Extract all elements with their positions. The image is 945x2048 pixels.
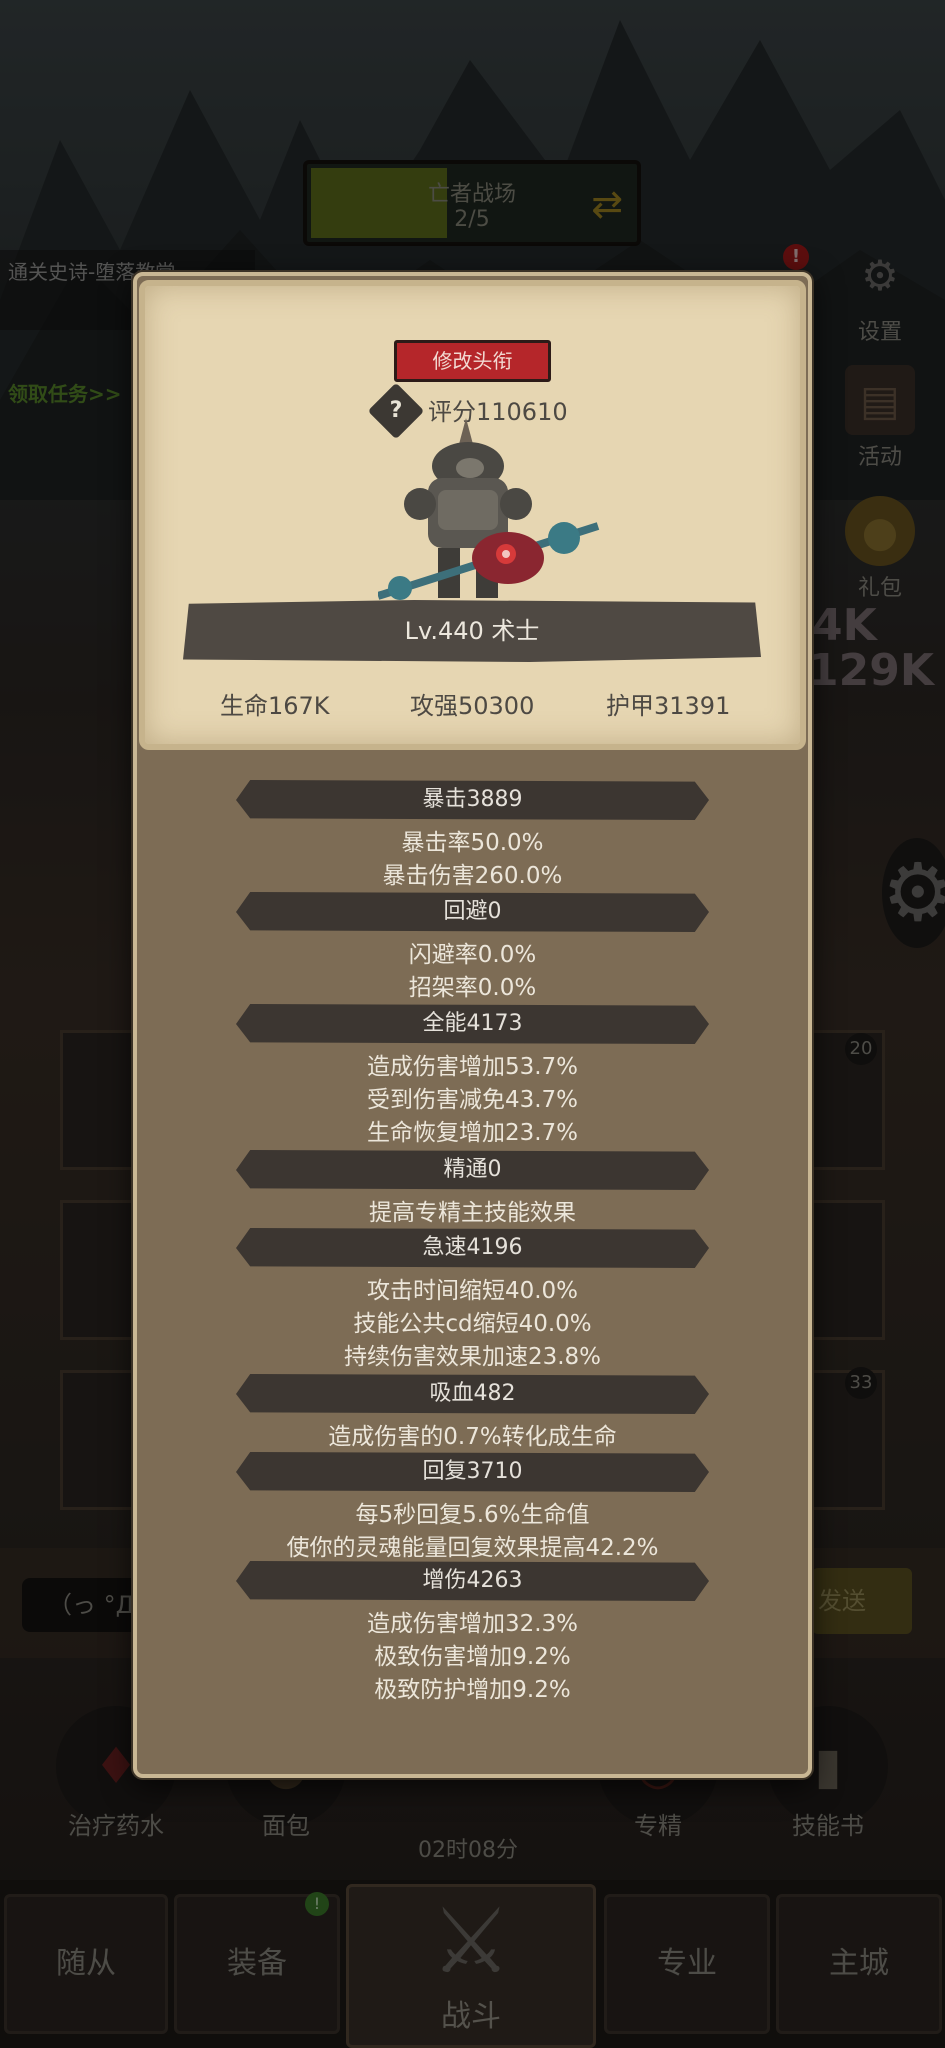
stat-armor: 护甲31391 [606,692,731,720]
attr-line: 造成伤害的0.7%转化成生命 [328,1424,617,1450]
level-class-bar: Lv.440 术士 [183,600,761,662]
attr-line: 极致伤害增加9.2% [374,1644,571,1670]
warlock-character-image [378,418,600,600]
attr-line: 招架率0.0% [408,975,537,1001]
attr-line: 闪避率0.0% [408,942,537,968]
attr-line: 极致防护增加9.2% [374,1677,571,1703]
attr-line: 技能公共cd缩短40.0% [353,1311,592,1337]
stat-hp: 生命167K [220,692,330,720]
attr-line: 造成伤害增加53.7% [366,1054,579,1080]
attr-line: 受到伤害减免43.7% [366,1087,579,1113]
attr-dodge-header: 回避0 [236,892,709,932]
attr-haste-header: 急速4196 [236,1228,709,1268]
stat-attack: 攻强50300 [410,692,535,720]
attr-mastery-header: 精通0 [236,1150,709,1190]
attr-regen-header: 回复3710 [236,1452,709,1492]
attr-line: 提高专精主技能效果 [369,1200,576,1226]
attr-line: 暴击伤害260.0% [382,863,563,889]
attr-line: 持续伤害效果加速23.8% [343,1344,602,1370]
attr-damage-header: 增伤4263 [236,1561,709,1601]
attr-line: 暴击率50.0% [401,830,544,856]
attr-line: 每5秒回复5.6%生命值 [355,1502,590,1528]
attr-line: 攻击时间缩短40.0% [366,1278,579,1304]
attr-versatility-header: 全能4173 [236,1004,709,1044]
attr-lifesteal-header: 吸血482 [236,1374,709,1414]
attr-crit-header: 暴击3889 [236,780,709,820]
attr-line: 使你的灵魂能量回复效果提高42.2% [286,1535,659,1561]
change-title-button[interactable]: 修改头衔 [394,340,551,382]
attr-line: 造成伤害增加32.3% [366,1611,579,1637]
attr-line: 生命恢复增加23.7% [366,1120,579,1146]
